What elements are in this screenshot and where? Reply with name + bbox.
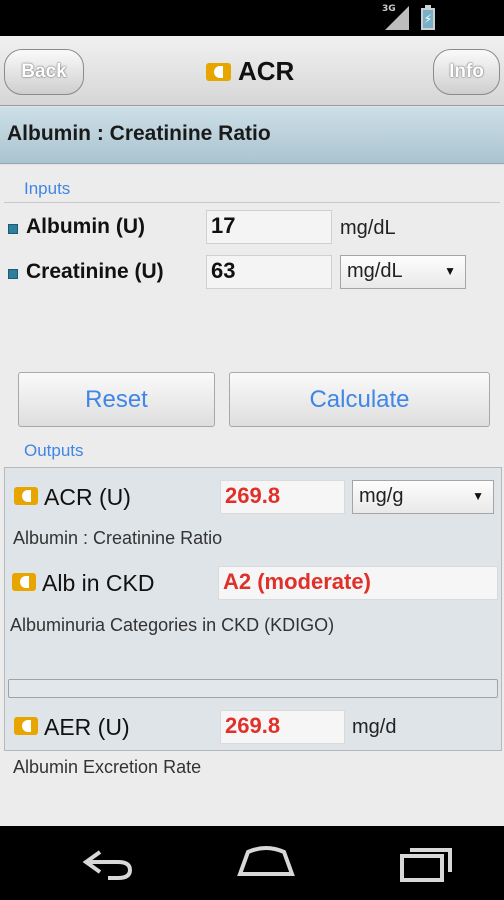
status-bar: 3G ⚡: [0, 0, 504, 36]
acr-label: ACR (U): [44, 484, 131, 510]
ckd-progress-bar: [8, 679, 498, 698]
acr-unit-select[interactable]: mg/g ▼: [352, 480, 494, 514]
dropdown-arrow-icon: ▼: [444, 264, 456, 278]
acr-description: Albumin : Creatinine Ratio: [13, 528, 223, 548]
aer-description: Albumin Excretion Rate: [13, 757, 202, 777]
home-icon[interactable]: [236, 840, 296, 886]
albumin-label: Albumin (U): [26, 215, 145, 238]
ckd-description: Albuminuria Categories in CKD (KDIGO): [10, 615, 335, 635]
battery-icon: ⚡: [421, 5, 435, 30]
acr-value: 269.8: [220, 480, 345, 514]
subheader-title: Albumin : Creatinine Ratio: [7, 122, 271, 145]
dropdown-arrow-icon: ▼: [472, 489, 484, 503]
albumin-bullet-icon: [8, 224, 18, 234]
albumin-input[interactable]: 17: [206, 210, 332, 244]
acr-badge-icon: [14, 487, 38, 505]
signal-icon: [385, 6, 409, 30]
subheader-bar: Albumin : Creatinine Ratio: [0, 107, 504, 164]
outputs-section-label: Outputs: [24, 441, 84, 460]
reset-button[interactable]: Reset: [18, 372, 215, 427]
back-icon[interactable]: [78, 840, 138, 886]
creatinine-unit-select[interactable]: mg/dL ▼: [340, 255, 466, 289]
creatinine-unit-selected: mg/dL: [347, 260, 403, 282]
page-title: ACR: [238, 56, 295, 86]
system-nav-bar: [0, 826, 504, 900]
calculate-button[interactable]: Calculate: [229, 372, 490, 427]
content-area: Inputs Albumin (U) 17 mg/dL Creatinine (…: [0, 165, 504, 826]
calculator-badge-icon: [206, 63, 231, 81]
info-button[interactable]: Info: [433, 49, 500, 95]
aer-value: 269.8: [220, 710, 345, 744]
back-button[interactable]: Back: [4, 49, 84, 95]
ckd-badge-icon: [12, 573, 36, 591]
creatinine-bullet-icon: [8, 269, 18, 279]
albumin-unit: mg/dL: [340, 217, 396, 239]
aer-unit: mg/d: [352, 716, 397, 738]
acr-unit-selected: mg/g: [359, 485, 404, 507]
charging-bolt-icon: ⚡: [423, 12, 433, 26]
app-screen: Back ACR Info Albumin : Creatinine Ratio…: [0, 36, 504, 826]
ckd-value: A2 (moderate): [218, 566, 498, 600]
aer-badge-icon: [14, 717, 38, 735]
creatinine-input[interactable]: 63: [206, 255, 332, 289]
ckd-label: Alb in CKD: [42, 570, 155, 596]
creatinine-label: Creatinine (U): [26, 260, 164, 283]
aer-label: AER (U): [44, 714, 130, 740]
inputs-section-label: Inputs: [24, 179, 71, 198]
header-bar: Back ACR Info: [0, 36, 504, 106]
recents-icon[interactable]: [396, 840, 456, 886]
